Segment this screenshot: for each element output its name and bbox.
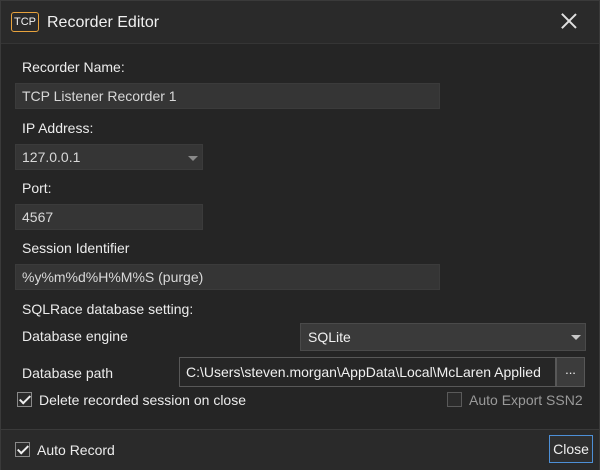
- ip-address-value: 127.0.0.1: [22, 149, 81, 165]
- session-identifier-input[interactable]: %y%m%d%H%M%S (purge): [15, 264, 440, 290]
- database-engine-value: SQLite: [308, 329, 351, 345]
- port-input[interactable]: 4567: [15, 204, 203, 230]
- tcp-app-icon: TCP: [11, 12, 39, 32]
- database-path-input[interactable]: C:\Users\steven.morgan\AppData\Local\McL…: [179, 357, 556, 387]
- ip-address-label: IP Address:: [22, 120, 94, 136]
- auto-record-checkbox[interactable]: [15, 442, 30, 457]
- close-icon[interactable]: [557, 9, 581, 33]
- port-label: Port:: [22, 180, 52, 196]
- chevron-down-icon: [188, 156, 198, 161]
- delete-session-checkbox[interactable]: [17, 392, 32, 407]
- database-engine-label: Database engine: [22, 328, 128, 344]
- database-engine-dropdown[interactable]: SQLite: [300, 323, 586, 351]
- database-path-label: Database path: [22, 365, 114, 381]
- recorder-editor-window: TCP Recorder Editor Recorder Name: TCP L…: [0, 0, 600, 470]
- auto-record-label: Auto Record: [37, 442, 115, 458]
- sqlrace-setting-label: SQLRace database setting:: [22, 301, 194, 317]
- ip-address-dropdown[interactable]: 127.0.0.1: [15, 144, 203, 170]
- session-identifier-label: Session Identifier: [22, 240, 130, 256]
- delete-session-label: Delete recorded session on close: [39, 392, 247, 408]
- browse-button[interactable]: ...: [556, 357, 585, 387]
- auto-export-label: Auto Export SSN2: [469, 392, 583, 408]
- title-bar: TCP Recorder Editor: [1, 1, 599, 44]
- recorder-name-label: Recorder Name:: [22, 59, 125, 75]
- window-title: Recorder Editor: [47, 14, 160, 31]
- recorder-name-input[interactable]: TCP Listener Recorder 1: [15, 83, 440, 109]
- close-button[interactable]: Close: [549, 435, 593, 463]
- chevron-down-icon: [571, 335, 581, 340]
- auto-export-checkbox[interactable]: [447, 392, 462, 407]
